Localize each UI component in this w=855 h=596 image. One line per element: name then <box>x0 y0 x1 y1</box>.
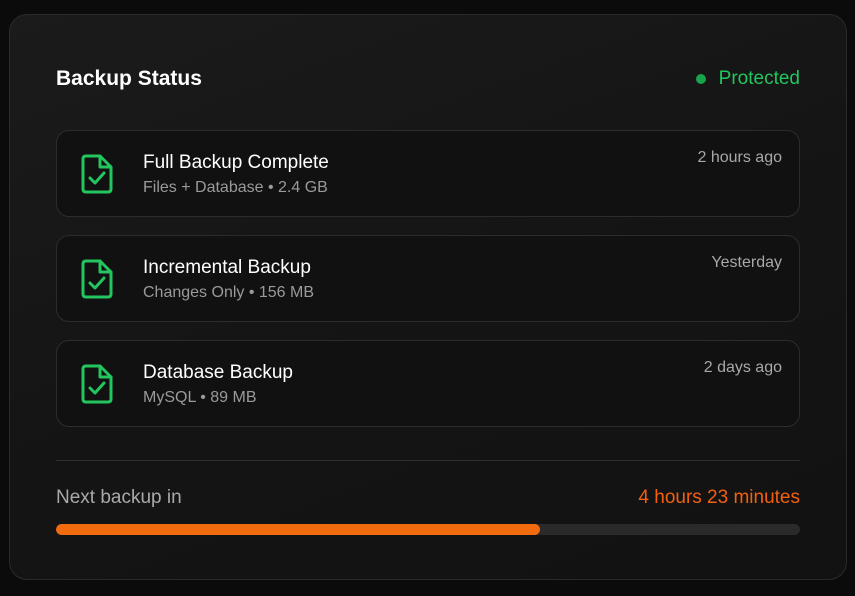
file-check-icon <box>81 154 113 194</box>
backup-details: MySQL • 89 MB <box>143 389 257 406</box>
backup-time: Yesterday <box>711 254 782 271</box>
backup-time: 2 hours ago <box>697 149 782 166</box>
card-header: Backup Status Protected <box>56 65 800 93</box>
backup-item-database[interactable]: Database Backup MySQL • 89 MB 2 days ago <box>56 340 800 427</box>
next-backup-countdown: 4 hours 23 minutes <box>638 487 800 508</box>
divider <box>56 460 800 461</box>
backup-item-full[interactable]: Full Backup Complete Files + Database • … <box>56 130 800 217</box>
backup-details: Changes Only • 156 MB <box>143 284 315 301</box>
backup-time: 2 days ago <box>703 359 782 376</box>
backup-list: Full Backup Complete Files + Database • … <box>56 130 800 445</box>
status-dot-icon <box>695 74 706 84</box>
backup-title: Database Backup <box>143 362 293 383</box>
file-check-icon <box>81 364 113 404</box>
backup-details: Files + Database • 2.4 GB <box>143 179 328 196</box>
status-indicator: Protected <box>695 68 800 90</box>
next-backup-progress-bar <box>56 524 800 535</box>
backup-item-incremental[interactable]: Incremental Backup Changes Only • 156 MB… <box>56 235 800 322</box>
backup-status-card: Backup Status Protected Full Backup Comp… <box>9 14 847 580</box>
status-label: Protected <box>718 68 800 89</box>
backup-title: Incremental Backup <box>143 257 311 278</box>
file-check-icon <box>81 259 113 299</box>
backup-title: Full Backup Complete <box>143 152 329 173</box>
next-backup-label: Next backup in <box>56 487 182 508</box>
progress-fill <box>56 524 540 535</box>
next-backup-row: Next backup in 4 hours 23 minutes <box>56 487 800 509</box>
card-title: Backup Status <box>56 67 202 90</box>
